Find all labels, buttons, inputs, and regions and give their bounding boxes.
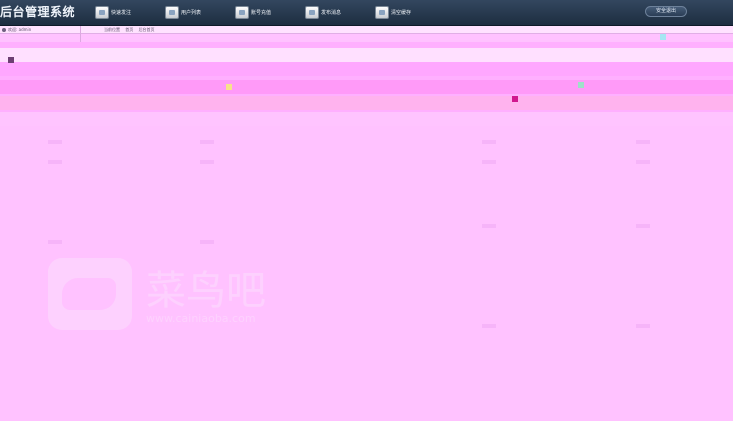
- table-cell: [636, 160, 650, 164]
- nav-quick-order-button[interactable]: 快速发注: [95, 4, 131, 21]
- content-marker: [660, 34, 666, 40]
- nav-clear-cache-button[interactable]: 清空缓存: [375, 4, 411, 21]
- users-icon: [165, 6, 179, 19]
- user-info: 欢迎: admin: [2, 26, 31, 34]
- watermark: 菜鸟吧 www.cainiaoba.com: [48, 254, 338, 334]
- table-cell: [482, 224, 496, 228]
- user-icon: [2, 28, 6, 32]
- content-marker: [226, 84, 232, 90]
- app-title: 后台管理系统: [0, 5, 76, 19]
- content-marker: [8, 57, 14, 63]
- table-cell: [636, 324, 650, 328]
- status-subbar: 欢迎: admin 当前位置 首页 后台首页: [0, 26, 733, 34]
- table-cell: [48, 160, 62, 164]
- content-marker: [578, 82, 584, 88]
- doc-icon: [95, 6, 109, 19]
- message-icon: [305, 6, 319, 19]
- content-row: [0, 48, 733, 62]
- nav-user-list-button[interactable]: 用户列表: [165, 4, 201, 21]
- content-row: [0, 96, 733, 110]
- breadcrumb-item-home[interactable]: 首页: [125, 27, 133, 32]
- table-cell: [200, 160, 214, 164]
- nav-label: 发布消息: [321, 10, 342, 16]
- nav-publish-message-button[interactable]: 发布消息: [305, 4, 341, 21]
- breadcrumb-item: 后台首页: [138, 27, 155, 32]
- table-cell: [636, 224, 650, 228]
- table-cell: [48, 140, 62, 144]
- content-row: [0, 80, 733, 94]
- nav-recharge-button[interactable]: 账号充值: [235, 4, 271, 21]
- nav-label: 清空缓存: [391, 10, 412, 16]
- table-cell: [482, 140, 496, 144]
- table-cell: [200, 240, 214, 244]
- nav-label: 用户列表: [181, 10, 202, 16]
- top-navigation-bar: 后台管理系统 快速发注 用户列表 账号充值 发布消息 清空缓存 安全退出: [0, 0, 733, 26]
- user-label: 欢迎: admin: [8, 27, 32, 32]
- table-cell: [200, 140, 214, 144]
- watermark-text: 菜鸟吧: [146, 268, 266, 314]
- table-cell: [636, 140, 650, 144]
- content-row: [0, 112, 733, 126]
- bird-logo-icon: [48, 258, 132, 330]
- table-cell: [482, 160, 496, 164]
- table-cell: [48, 240, 62, 244]
- wallet-icon: [235, 6, 249, 19]
- nav-label: 快速发注: [111, 10, 132, 16]
- table-cell: [482, 324, 496, 328]
- content-row: [0, 62, 733, 76]
- content-marker: [512, 96, 518, 102]
- breadcrumb: 当前位置 首页 后台首页: [104, 26, 159, 34]
- breadcrumb-item: 当前位置: [104, 27, 120, 32]
- watermark-subtext: www.cainiaoba.com: [146, 312, 256, 325]
- logout-button[interactable]: 安全退出: [645, 6, 687, 17]
- nav-label: 账号充值: [251, 10, 272, 16]
- trash-icon: [375, 6, 389, 19]
